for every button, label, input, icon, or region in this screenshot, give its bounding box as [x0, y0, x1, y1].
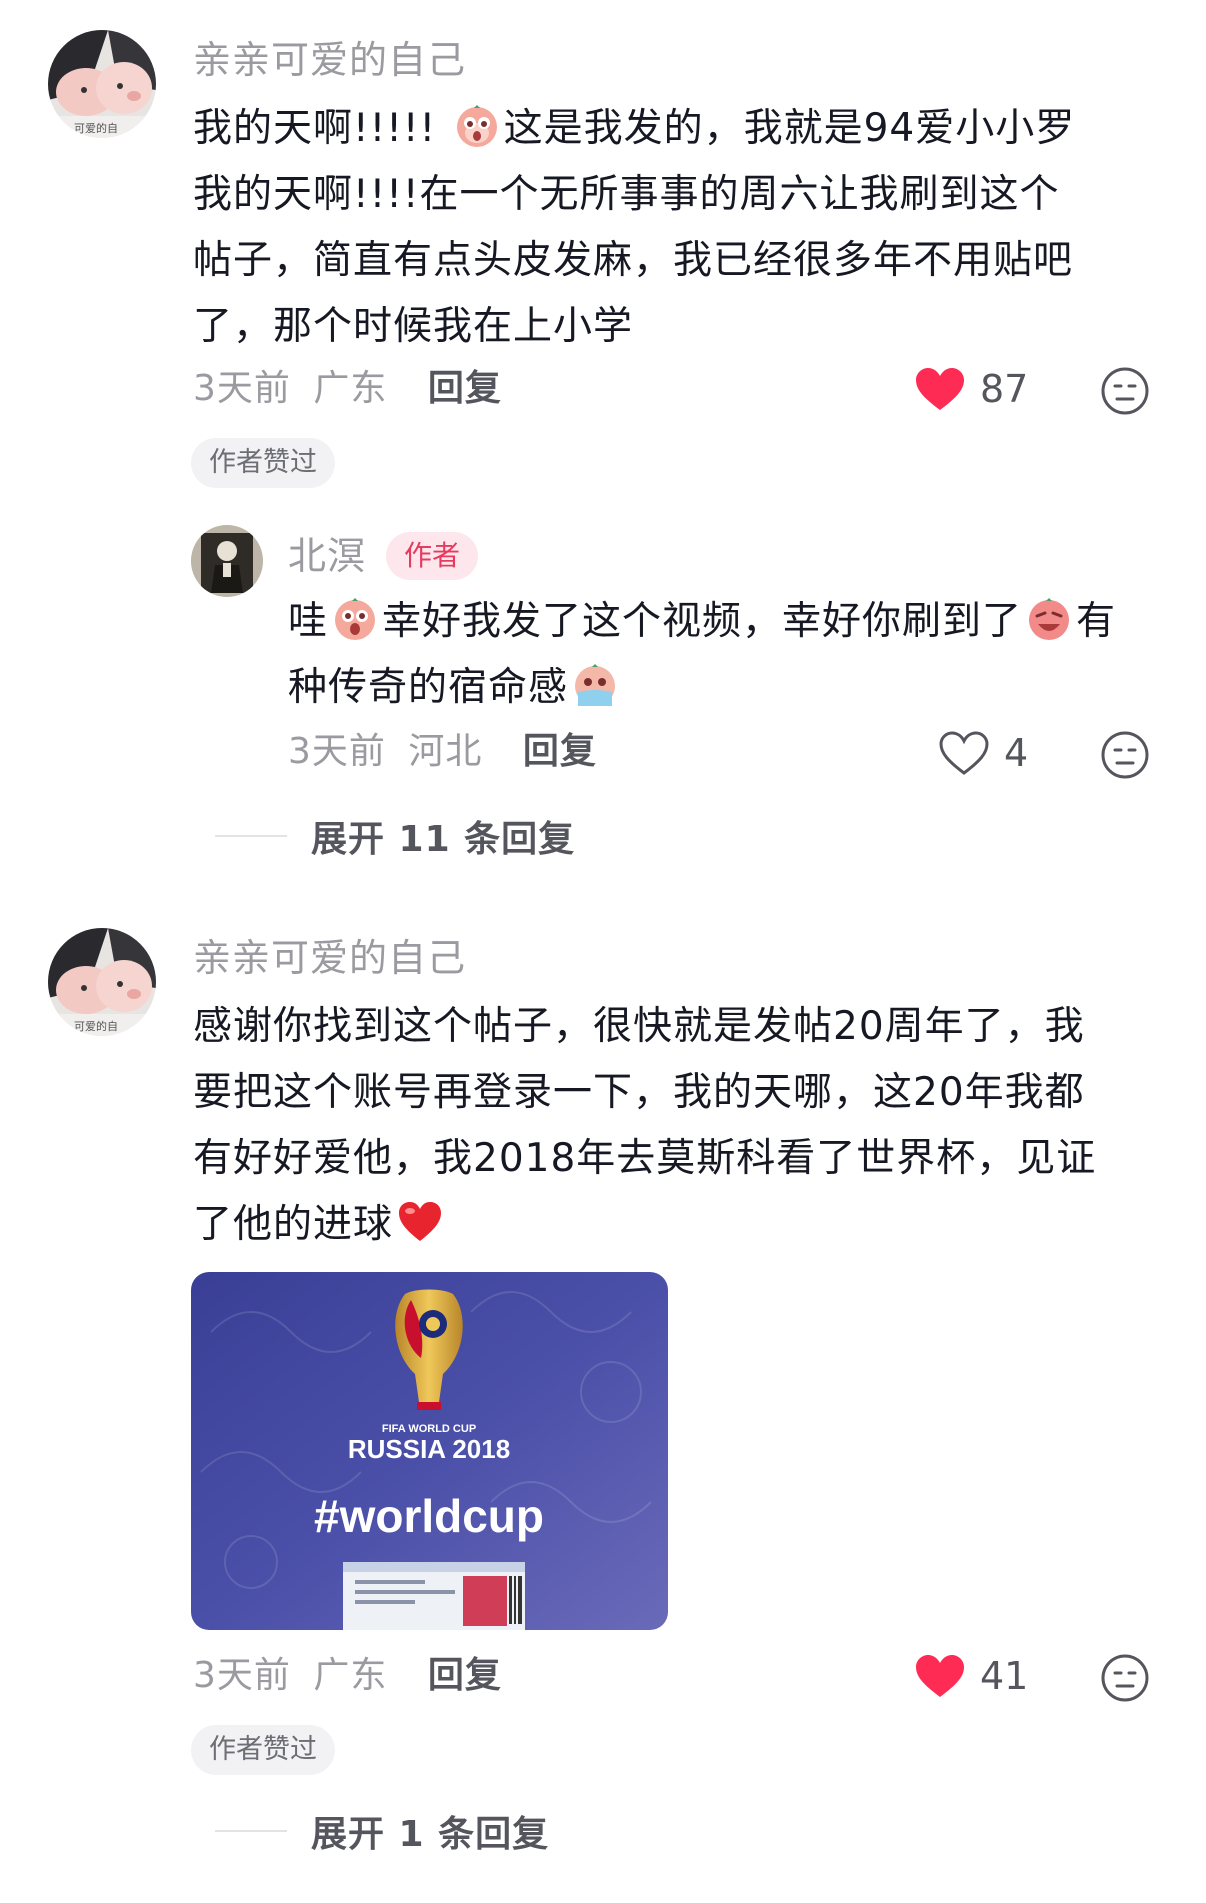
author-badge: 作者: [386, 532, 479, 580]
comment-text-line: 帖子，简直有点头皮发麻，我已经很多年不用贴吧: [193, 238, 1074, 283]
comment-text: 感谢你找到这个帖子，很快就是发帖20周年了，我 要把这个账号再登录一下，我的天哪…: [193, 994, 1153, 1258]
image-caption-line: RUSSIA 2018: [348, 1434, 510, 1464]
reply-button[interactable]: 回复: [428, 368, 502, 409]
comment-text-line: 哇: [288, 599, 329, 644]
comment-text-line: 种传奇的宿命感: [288, 665, 569, 710]
comment-meta: 3天前 广东 回复: [193, 1652, 502, 1700]
comment-location: 广东: [313, 368, 388, 409]
comment-text-line: 这是我发的，我就是94爱小小罗: [503, 106, 1076, 151]
comment-time: 3天前: [288, 731, 386, 772]
heart-filled-icon: [916, 368, 964, 410]
image-caption-line: #worldcup: [314, 1490, 544, 1542]
comment-text-line: 了，那个时候我在上小学: [193, 304, 634, 349]
comment-meta: 3天前 河北 回复: [288, 728, 597, 776]
reply-text: 哇 幸好我发了这个视频，幸好你刷到了 有 种传奇的宿命感: [288, 589, 1158, 721]
avatar[interactable]: 可爱的自: [48, 30, 156, 138]
reply-button[interactable]: 回复: [523, 731, 597, 772]
avatar[interactable]: 可爱的自: [48, 928, 156, 1036]
crying-face-emoji-icon: [456, 105, 497, 147]
comment-location: 河北: [408, 731, 483, 772]
laughing-face-emoji-icon: [1029, 598, 1070, 640]
comment-time: 3天前: [193, 1655, 291, 1696]
comment-text-line: 了他的进球: [193, 1202, 394, 1247]
divider-line: [215, 835, 287, 837]
tearful-face-emoji-icon: [575, 664, 616, 706]
comment-username[interactable]: 亲亲可爱的自己: [193, 934, 466, 982]
comment-location: 广东: [313, 1655, 388, 1696]
comment-text-line: 有: [1076, 599, 1117, 644]
comment-text: 我的天啊!!!!! 这是我发的，我就是94爱小小罗 我的天啊!!!!在一个无所事…: [193, 96, 1153, 360]
surprised-face-emoji-icon: [335, 598, 376, 640]
ticket-graphic: [343, 1562, 525, 1630]
like-button[interactable]: 4: [938, 730, 1028, 776]
heart-filled-icon: [916, 1655, 964, 1697]
world-cup-photo[interactable]: FIFA WORLD CUP RUSSIA 2018 #worldcup: [191, 1272, 668, 1630]
author-liked-badge: 作者赞过: [191, 438, 335, 488]
comment-meta: 3天前 广东 回复: [193, 365, 502, 413]
like-count: 4: [1004, 731, 1029, 775]
comment-text-line: 幸好我发了这个视频，幸好你刷到了: [382, 599, 1023, 644]
comment-text-line: 我的天啊!!!!在一个无所事事的周六让我刷到这个: [193, 172, 1060, 217]
dislike-face-icon[interactable]: [1100, 730, 1150, 780]
comment-text-line: 要把这个账号再登录一下，我的天哪，这20年我都: [193, 1070, 1085, 1115]
divider-line: [215, 1830, 287, 1832]
author-liked-badge: 作者赞过: [191, 1725, 335, 1775]
dislike-face-icon[interactable]: [1100, 366, 1150, 416]
expand-replies-label: 展开 1 条回复: [311, 1814, 550, 1855]
like-count: 87: [980, 367, 1029, 411]
like-button[interactable]: 87: [914, 366, 1028, 412]
comment-time: 3天前: [193, 368, 291, 409]
comment-text-line: 有好好爱他，我2018年去莫斯科看了世界杯，见证: [193, 1136, 1097, 1181]
reply-username[interactable]: 北溟: [288, 532, 366, 580]
avatar-caption: 可爱的自: [74, 1019, 118, 1033]
expand-replies-label: 展开 11 条回复: [311, 819, 576, 860]
expand-replies-button[interactable]: 展开 11 条回复: [215, 810, 575, 862]
comment-text-line: 我的天啊!!!!!: [193, 106, 437, 151]
dislike-face-icon[interactable]: [1100, 1653, 1150, 1703]
avatar-caption: 可爱的自: [74, 121, 118, 135]
expand-replies-button[interactable]: 展开 1 条回复: [215, 1805, 549, 1857]
comment-text-line: 感谢你找到这个帖子，很快就是发帖20周年了，我: [193, 1004, 1085, 1049]
like-count: 41: [980, 1654, 1029, 1698]
red-heart-emoji-icon: [399, 1202, 442, 1241]
like-button[interactable]: 41: [914, 1653, 1028, 1699]
comment-username[interactable]: 亲亲可爱的自己: [193, 36, 466, 84]
reply-button[interactable]: 回复: [428, 1655, 502, 1696]
avatar[interactable]: [191, 525, 263, 597]
heart-outline-icon: [939, 731, 989, 775]
